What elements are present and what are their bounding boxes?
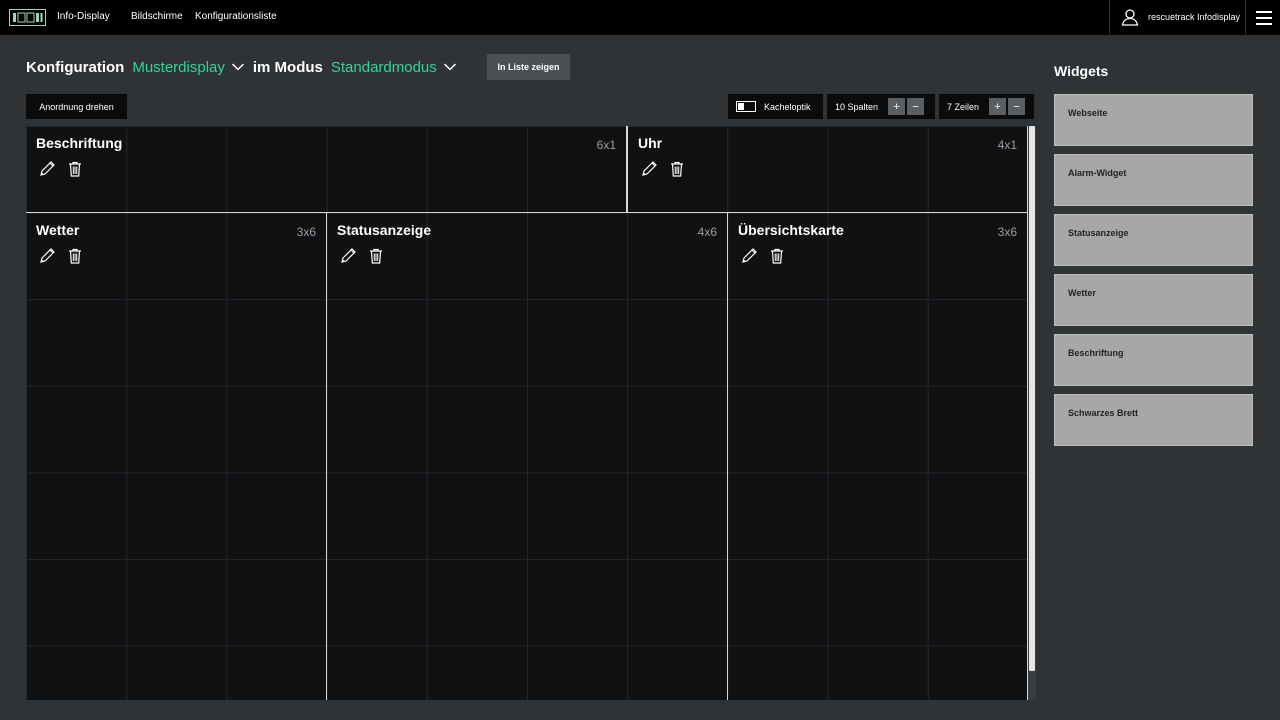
tile-wetter[interactable]: Wetter 3x6 [26, 213, 327, 700]
widget-label: Schwarzes Brett [1068, 408, 1139, 418]
widget-webseite[interactable]: Webseite [1054, 94, 1253, 146]
tile-title: Uhr [638, 135, 663, 151]
widget-beschriftung[interactable]: Beschriftung [1054, 334, 1253, 386]
widget-wetter[interactable]: Wetter [1054, 274, 1253, 326]
nav-konfigurationsliste[interactable]: Konfigurationsliste [195, 11, 277, 22]
columns-minus-button[interactable]: − [907, 98, 925, 115]
config-header: Konfiguration Musterdisplay im Modus Sta… [26, 56, 465, 78]
widget-statusanzeige[interactable]: Statusanzeige [1054, 214, 1253, 266]
pencil-icon[interactable] [339, 247, 357, 265]
widgets-title: Widgets [1054, 63, 1109, 79]
trash-icon[interactable] [66, 160, 84, 178]
trash-icon[interactable] [367, 247, 385, 265]
widget-label: Statusanzeige [1068, 228, 1129, 238]
pencil-icon[interactable] [640, 160, 658, 178]
widget-schwarzes-brett[interactable]: Schwarzes Brett [1054, 394, 1253, 446]
user-name: rescuetrack Infodisplay [1148, 12, 1241, 22]
config-label: Konfiguration [26, 58, 125, 76]
rotate-layout-button[interactable]: Anordnung drehen [26, 94, 127, 119]
show-in-list-button[interactable]: In Liste zeigen [487, 54, 570, 80]
top-navigation-bar: Info-Display Bildschirme Konfigurationsl… [0, 0, 1280, 35]
columns-label: 10 Spalten [835, 101, 879, 112]
tile-statusanzeige[interactable]: Statusanzeige 4x6 [327, 213, 728, 700]
tile-look-toggle[interactable]: Kacheloptik [728, 94, 823, 119]
user-menu[interactable]: rescuetrack Infodisplay [1109, 0, 1245, 35]
hamburger-menu-icon[interactable] [1245, 0, 1280, 35]
columns-control: 10 Spalten + − [827, 94, 935, 119]
nav-info-display[interactable]: Info-Display [57, 11, 110, 22]
tile-title: Übersichtskarte [738, 222, 844, 238]
app-logo-icon[interactable] [9, 9, 46, 26]
tile-size: 4x6 [697, 225, 717, 239]
trash-icon[interactable] [668, 160, 686, 178]
user-icon [1121, 9, 1139, 26]
mode-select[interactable]: Standardmodus [331, 59, 437, 76]
tile-title: Wetter [36, 222, 80, 238]
chevron-down-icon[interactable] [231, 60, 245, 74]
scrollbar-thumb[interactable] [1029, 126, 1035, 671]
widget-label: Alarm-Widget [1068, 168, 1127, 178]
mode-label: im Modus [252, 58, 323, 76]
display-select[interactable]: Musterdisplay [132, 59, 225, 76]
rows-control: 7 Zeilen + − [939, 94, 1034, 119]
tile-uebersichtskarte[interactable]: Übersichtskarte 3x6 [728, 213, 1028, 700]
tile-size: 6x1 [596, 138, 616, 152]
layout-grid[interactable]: Beschriftung 6x1 Uhr 4x1 Wetter 3x6 Stat… [26, 126, 1028, 700]
widget-label: Webseite [1068, 108, 1108, 118]
tile-beschriftung[interactable]: Beschriftung 6x1 [26, 126, 627, 213]
tile-look-label: Kacheloptik [764, 101, 811, 112]
tile-title: Statusanzeige [337, 222, 432, 238]
tile-size: 4x1 [997, 138, 1017, 152]
chevron-down-icon[interactable] [443, 60, 457, 74]
tile-size: 3x6 [296, 225, 316, 239]
widget-alarm[interactable]: Alarm-Widget [1054, 154, 1253, 206]
columns-plus-button[interactable]: + [888, 98, 906, 115]
pencil-icon[interactable] [740, 247, 758, 265]
tile-size: 3x6 [997, 225, 1017, 239]
widget-label: Beschriftung [1068, 348, 1124, 358]
pencil-icon[interactable] [38, 160, 56, 178]
widget-label: Wetter [1068, 288, 1096, 298]
pencil-icon[interactable] [38, 247, 56, 265]
tile-uhr[interactable]: Uhr 4x1 [627, 126, 1028, 213]
trash-icon[interactable] [768, 247, 786, 265]
nav-bildschirme[interactable]: Bildschirme [131, 11, 183, 22]
tile-title: Beschriftung [36, 135, 123, 151]
trash-icon[interactable] [66, 247, 84, 265]
toggle-icon[interactable] [736, 101, 756, 112]
grid-scrollbar[interactable] [1028, 126, 1036, 700]
rows-label: 7 Zeilen [947, 101, 980, 112]
rows-plus-button[interactable]: + [989, 98, 1007, 115]
rows-minus-button[interactable]: − [1008, 98, 1026, 115]
